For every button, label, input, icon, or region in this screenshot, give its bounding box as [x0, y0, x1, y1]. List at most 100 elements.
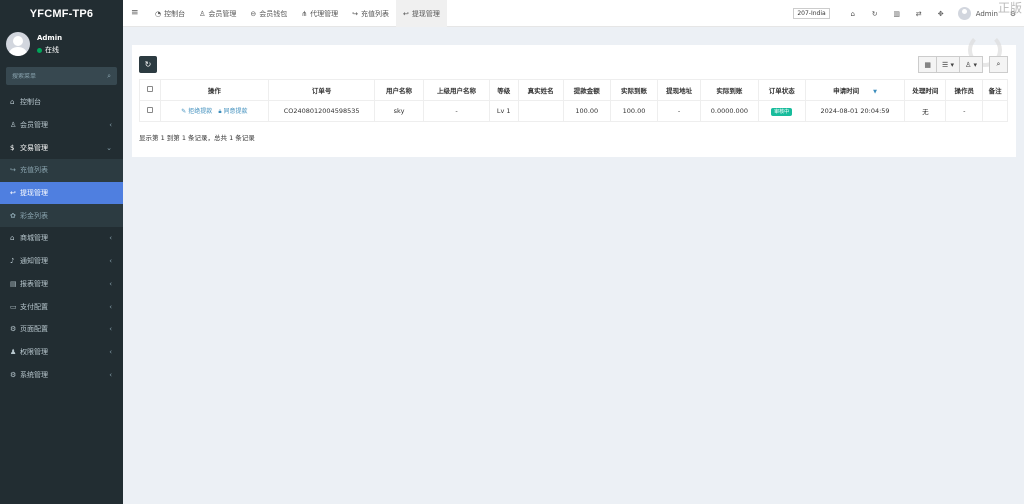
- sidebar-item-pages[interactable]: ⚙ 页面配置 ‹: [0, 318, 123, 341]
- apply-time-cell: 2024-08-01 20:04:59: [804, 100, 906, 122]
- trash-icon[interactable]: ▥: [886, 10, 908, 18]
- table-row: ✎ 拒绝提款 🔒︎ 同意提款 CO2408012004598535 sky - …: [139, 100, 1008, 122]
- sidebar-item-recharge-list[interactable]: ↪ 充值列表: [0, 159, 123, 182]
- sidebar-item-label: 支付配置: [20, 302, 48, 311]
- actual-cell: 100.00: [609, 100, 659, 122]
- credit-card-icon: ▭: [10, 302, 17, 311]
- row-select-cell: [139, 100, 161, 122]
- top-navbar: ≡ ◔ 控制台 ♙ 会员管理 ⊖ 会员钱包 ⋔ 代理管理 ↪ 充值列表 ↩ 提现…: [123, 0, 1024, 27]
- status-badge: 审核中: [771, 108, 793, 116]
- sidebar-item-payment[interactable]: ▭ 支付配置 ‹: [0, 295, 123, 318]
- status-cell: 审核中: [757, 100, 806, 122]
- dollar-icon: $: [10, 143, 15, 152]
- nav-user[interactable]: Admin: [957, 7, 998, 20]
- pagination-info: 显示第 1 到第 1 条记录，总共 1 条记录: [139, 134, 255, 142]
- sidebar-item-label: 控制台: [20, 98, 41, 107]
- gift-icon: ✿: [10, 211, 16, 220]
- avatar: [957, 7, 971, 20]
- tab-wallet[interactable]: ⊖ 会员钱包: [243, 0, 294, 27]
- parent-cell: -: [423, 100, 490, 122]
- home-icon[interactable]: ⌂: [842, 10, 864, 18]
- col-header: 等级: [488, 79, 519, 101]
- sidebar-item-trade[interactable]: $ 交易管理 ⌄: [0, 136, 123, 159]
- tab-recharge[interactable]: ↪ 充值列表: [345, 0, 396, 27]
- nav-right: 207-India ⌂ ↻ ▥ ⇄ ✥ Admin ⚙: [793, 0, 1024, 27]
- lang-badge[interactable]: 207-India: [793, 8, 830, 19]
- col-header: 提现地址: [657, 79, 702, 101]
- search-icon: ⌕: [996, 60, 1001, 68]
- col-header: 处理时间: [904, 79, 947, 101]
- tab-agents[interactable]: ⋔ 代理管理: [294, 0, 345, 27]
- group-icon: ♟: [10, 347, 17, 356]
- col-header-sortable[interactable]: 申请时间 ▼: [804, 79, 906, 101]
- export-button[interactable]: ♙ ▾: [959, 56, 983, 73]
- refresh-icon[interactable]: ↻: [864, 10, 886, 18]
- sidebar-item-system[interactable]: ⚙ 系统管理 ‹: [0, 363, 123, 386]
- col-header-label: 申请时间: [833, 87, 860, 95]
- tab-members[interactable]: ♙ 会员管理: [192, 0, 243, 27]
- col-header: 上级用户名称: [423, 79, 490, 101]
- chevron-left-icon: ‹: [109, 302, 112, 311]
- app-logo[interactable]: YFCMF-TP6: [0, 0, 123, 27]
- sidebar-item-permissions[interactable]: ♟ 权限管理 ‹: [0, 341, 123, 364]
- columns-button[interactable]: ☰ ▾: [936, 56, 960, 73]
- actual2-cell: 0.0000.000: [700, 100, 759, 122]
- col-header: 用户名称: [373, 79, 425, 101]
- sidebar-item-label: 会员管理: [20, 121, 48, 130]
- gear-icon: ⚙: [10, 325, 17, 334]
- chevron-left-icon: ‹: [109, 279, 112, 288]
- chevron-down-icon: ⌄: [106, 143, 112, 152]
- chevron-left-icon: ‹: [109, 234, 112, 243]
- home-icon: ⌂: [10, 234, 15, 243]
- wallet-icon: ⊖: [250, 9, 257, 18]
- sign-in-icon: ↪: [352, 9, 359, 18]
- sidebar-item-dashboard[interactable]: ⌂ 控制台: [0, 91, 123, 114]
- select-all-cell: [139, 79, 161, 101]
- sidebar-item-withdraw-manage[interactable]: ↩ 提现管理: [0, 181, 123, 205]
- table-toolbar: ▦ ☰ ▾ ♙ ▾ ⌕: [918, 56, 1008, 73]
- tab-dashboard[interactable]: ◔ 控制台: [148, 0, 192, 27]
- bell-icon: ♪: [10, 257, 15, 266]
- cogs-icon: ⚙: [10, 370, 17, 379]
- col-header: 实际到账: [700, 79, 759, 101]
- sidebar-item-bonus-list[interactable]: ✿ 彩金列表: [0, 204, 123, 228]
- user-avatar: [6, 32, 30, 56]
- sidebar-item-label: 报表管理: [20, 279, 48, 288]
- sidebar-item-notify[interactable]: ♪ 通知管理 ‹: [0, 250, 123, 273]
- username-cell: sky: [373, 100, 425, 122]
- approve-withdraw-link[interactable]: 🔒︎ 同意提款: [218, 108, 247, 115]
- table-search-button[interactable]: ⌕: [989, 56, 1008, 73]
- level-cell: Lv 1: [488, 100, 519, 122]
- fullscreen-icon[interactable]: ✥: [930, 10, 952, 18]
- chart-icon: ▤: [10, 279, 17, 288]
- user-export-icon: ♙ ▾: [964, 60, 977, 69]
- col-header: 订单号: [268, 79, 375, 101]
- sitemap-icon: ⋔: [301, 9, 308, 18]
- row-checkbox[interactable]: [146, 107, 153, 113]
- search-icon[interactable]: ⌕: [107, 72, 111, 81]
- amount-cell: 100.00: [562, 100, 611, 122]
- refresh-button[interactable]: ↻: [139, 56, 157, 73]
- reject-withdraw-link[interactable]: ✎ 拒绝提款: [181, 108, 212, 115]
- sidebar-item-members[interactable]: ♙ 会员管理 ‹: [0, 114, 123, 137]
- sign-out-icon: ↩: [403, 9, 409, 18]
- tab-label: 充值列表: [361, 9, 390, 18]
- content-panel: ↻ ▦ ☰ ▾ ♙ ▾ ⌕ 操作 订单号 用户名称 上级用户名称 等级 真实姓名…: [132, 33, 1016, 157]
- toggle-view-button[interactable]: ▦: [918, 56, 937, 73]
- select-all-checkbox[interactable]: [146, 86, 153, 92]
- sidebar-item-reports[interactable]: ▤ 报表管理 ‹: [0, 273, 123, 296]
- chevron-left-icon: ‹: [109, 325, 112, 334]
- sidebar-item-shop[interactable]: ⌂ 商城管理 ‹: [0, 227, 123, 250]
- sort-desc-icon[interactable]: ▼: [873, 89, 877, 95]
- menu-toggle-icon[interactable]: ≡: [131, 8, 139, 18]
- translate-icon[interactable]: ⇄: [908, 10, 930, 18]
- nav-user-name: Admin: [975, 9, 998, 18]
- tab-withdraw[interactable]: ↩ 提现管理: [396, 0, 447, 27]
- user-icon: ♙: [10, 121, 17, 130]
- action-cell: ✎ 拒绝提款 🔒︎ 同意提款: [159, 100, 270, 122]
- user-status: 在线: [37, 45, 59, 55]
- remark-cell: [982, 100, 1008, 122]
- menu-search: ⌕: [6, 67, 117, 85]
- menu-search-input[interactable]: [12, 72, 108, 80]
- sidebar-item-label: 商城管理: [20, 234, 48, 243]
